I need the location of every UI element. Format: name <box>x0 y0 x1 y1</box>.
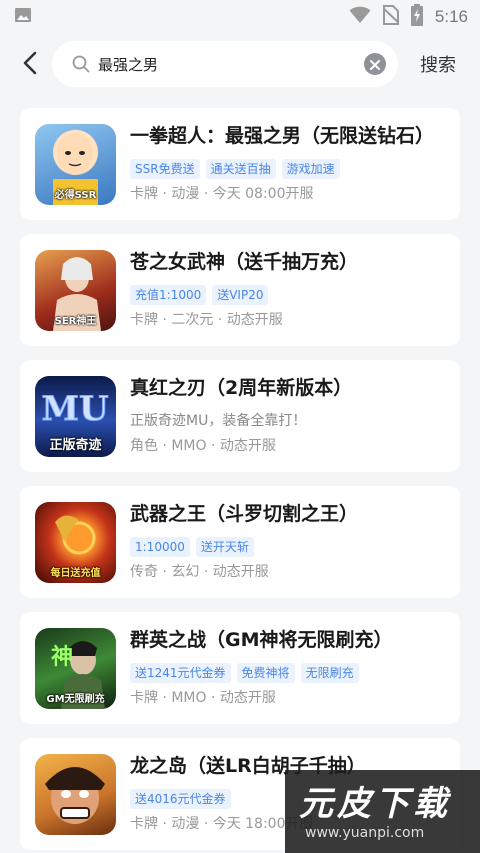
game-icon: 每日送充值 <box>35 502 116 583</box>
tag-list: 送4016元代金券 <box>130 789 231 809</box>
svg-text:MU: MU <box>41 389 108 429</box>
tag: 游戏加速 <box>281 159 340 179</box>
game-title: 一拳超人：最强之男（无限送钻石） <box>130 125 435 147</box>
tag: SSR免费送 <box>130 159 200 179</box>
game-card[interactable]: 神 GM无限刷充 群英之战（GM神将无限刷充） 送1241元代金券 免费神将 无… <box>20 612 460 724</box>
tag: 送4016元代金券 <box>130 789 231 809</box>
game-card[interactable]: MU 正版奇迹 真红之刃（2周年新版本） 正版奇迹MU，装备全靠打！ 角色 · … <box>20 360 460 472</box>
tag: 免费神将 <box>236 663 295 683</box>
game-icon: SER神王 <box>35 250 116 331</box>
watermark-brand: 元皮下载 <box>299 784 451 824</box>
back-button[interactable] <box>6 41 54 89</box>
game-title: 群英之战（GM神将无限刷充） <box>130 629 393 651</box>
game-title: 武器之王（斗罗切割之王） <box>130 503 359 525</box>
tag: 充值1:1000 <box>130 285 207 305</box>
tag: 送1241元代金券 <box>130 663 231 683</box>
game-description: 正版奇迹MU，装备全靠打！ <box>130 413 307 429</box>
close-icon <box>370 55 380 74</box>
watermark-url: www.yuanpi.com <box>305 825 425 841</box>
status-bar: 5:16 <box>0 0 480 34</box>
search-box[interactable] <box>52 41 398 87</box>
game-card[interactable]: 必得SSR 一拳超人：最强之男（无限送钻石） SSR免费送 通关送百抽 游戏加速… <box>20 108 460 220</box>
tag-list: SSR免费送 通关送百抽 游戏加速 <box>130 159 340 179</box>
search-header: 搜索 <box>0 34 480 96</box>
game-icon-caption: GM无限刷充 <box>46 694 105 705</box>
game-card[interactable]: SER神王 苍之女武神（送千抽万充） 充值1:1000 送VIP20 卡牌 · … <box>20 234 460 346</box>
search-input[interactable] <box>98 49 348 79</box>
game-meta: 传奇 · 玄幻 · 动态开服 <box>130 564 269 580</box>
game-meta: 卡牌 · MMO · 动态开服 <box>130 690 276 706</box>
game-card[interactable]: 每日送充值 武器之王（斗罗切割之王） 1:10000 送开天斩 传奇 · 玄幻 … <box>20 486 460 598</box>
game-icon-caption: 每日送充值 <box>50 568 101 579</box>
game-meta: 卡牌 · 动漫 · 今天 08:00开服 <box>130 186 314 202</box>
game-meta: 卡牌 · 二次元 · 动态开服 <box>130 312 283 328</box>
battery-charging-icon <box>410 4 423 30</box>
chevron-left-icon <box>22 51 38 79</box>
search-submit-button[interactable]: 搜索 <box>420 51 456 77</box>
game-icon-caption: 必得SSR <box>54 190 97 201</box>
game-icon: MU 正版奇迹 <box>35 376 116 457</box>
clear-search-button[interactable] <box>364 53 386 75</box>
game-meta: 角色 · MMO · 动态开服 <box>130 438 276 454</box>
wifi-icon <box>349 6 371 28</box>
tag-list: 1:10000 送开天斩 <box>130 537 254 557</box>
search-icon <box>70 53 92 75</box>
tag: 通关送百抽 <box>205 159 276 179</box>
tag: 送开天斩 <box>195 537 254 557</box>
tag-list: 充值1:1000 送VIP20 <box>130 285 269 305</box>
tag: 送VIP20 <box>212 285 269 305</box>
svg-text:神: 神 <box>51 644 73 670</box>
game-icon-caption: 正版奇迹 <box>49 438 102 453</box>
tag-list: 送1241元代金券 免费神将 无限刷充 <box>130 663 359 683</box>
no-sim-icon <box>382 5 400 29</box>
game-title: 苍之女武神（送千抽万充） <box>130 251 359 273</box>
watermark: 元皮下载 www.yuanpi.com <box>285 770 480 853</box>
game-icon <box>35 754 116 835</box>
tag: 1:10000 <box>130 537 190 557</box>
tag: 无限刷充 <box>300 663 359 683</box>
game-icon: 必得SSR <box>35 124 116 205</box>
image-notification-icon <box>14 6 32 28</box>
game-title: 真红之刃（2周年新版本） <box>130 377 353 399</box>
status-time: 5:16 <box>434 7 468 26</box>
game-icon-caption: SER神王 <box>54 316 97 327</box>
game-icon: 神 GM无限刷充 <box>35 628 116 709</box>
